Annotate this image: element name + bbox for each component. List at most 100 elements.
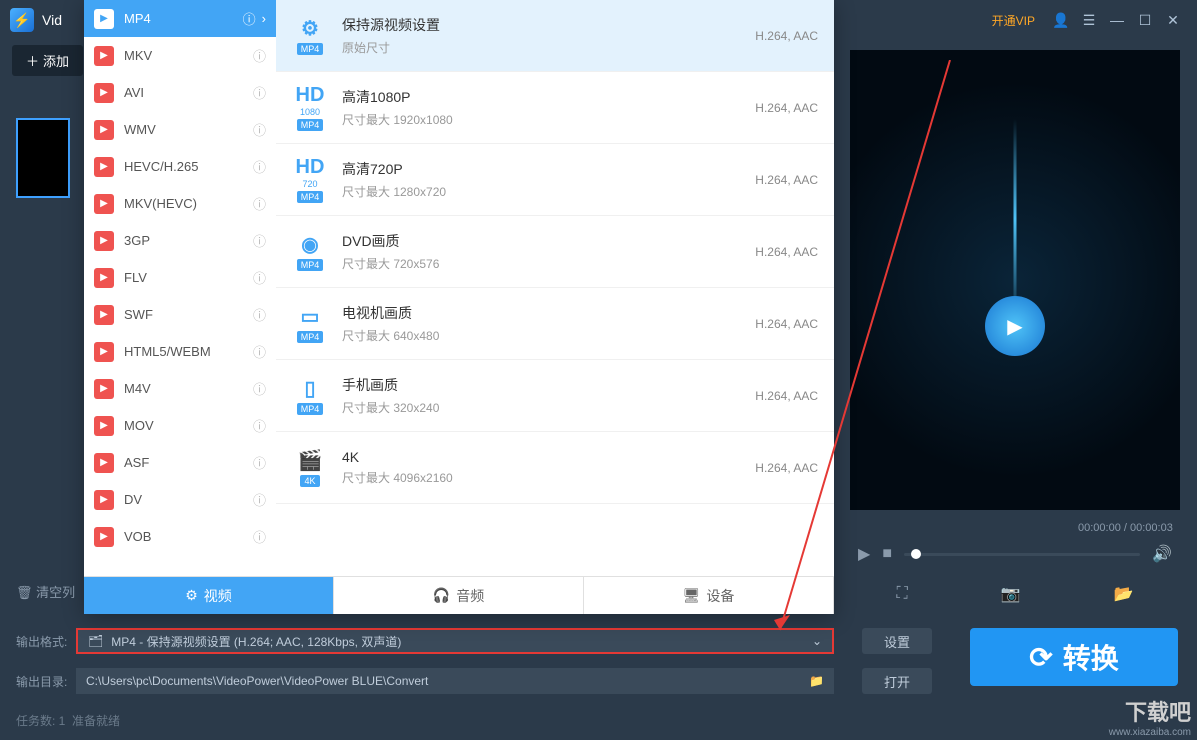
preset-item[interactable]: ◉MP4DVD画质尺寸最大 720x576H.264, AAC <box>276 216 834 288</box>
minimize-icon[interactable]: — <box>1103 6 1131 34</box>
close-icon[interactable]: ✕ <box>1159 6 1187 34</box>
browse-icon[interactable]: 📂 <box>1114 584 1134 604</box>
format-icon: ▶ <box>94 46 114 66</box>
info-icon[interactable]: ⓘ <box>253 490 266 509</box>
format-item-mkv[interactable]: ▶MKVⓘ <box>84 37 276 74</box>
preset-list: ⚙MP4保持源视频设置原始尺寸H.264, AACHD1080MP4高清1080… <box>276 0 834 576</box>
format-icon: ▶ <box>94 416 114 436</box>
info-icon[interactable]: ⓘ <box>253 120 266 139</box>
convert-button[interactable]: ⟳转换 <box>970 628 1178 686</box>
open-button[interactable]: 打开 <box>862 668 932 694</box>
info-icon[interactable]: ⓘ <box>253 83 266 102</box>
video-preview: ▶ <box>850 50 1180 510</box>
volume-icon[interactable]: 🔊 <box>1152 544 1172 564</box>
preset-icon: 🎬 <box>298 448 323 473</box>
app-logo-icon: ⚡ <box>10 8 34 32</box>
folder-icon: 🗂 <box>88 634 103 648</box>
info-icon[interactable]: ⓘ <box>253 416 266 435</box>
tab-device[interactable]: 🖥 设备 <box>584 577 834 614</box>
format-item-flv[interactable]: ▶FLVⓘ <box>84 259 276 296</box>
format-item-3gp[interactable]: ▶3GPⓘ <box>84 222 276 259</box>
vip-link[interactable]: 开通VIP <box>992 12 1035 29</box>
info-icon[interactable]: ⓘ <box>253 268 266 287</box>
player-controls: ▶ ■ 🔊 <box>850 538 1180 570</box>
output-format-row: 输出格式: 🗂 MP4 - 保持源视频设置 (H.264; AAC, 128Kb… <box>16 628 834 654</box>
preset-item[interactable]: 🎬4K4K尺寸最大 4096x2160H.264, AAC <box>276 432 834 504</box>
refresh-icon: ⟳ <box>1029 641 1052 674</box>
format-item-mkvhevc[interactable]: ▶MKV(HEVC)ⓘ <box>84 185 276 222</box>
chevron-down-icon: ⌄ <box>812 634 822 648</box>
format-icon: ▶ <box>94 527 114 547</box>
format-item-mp4[interactable]: ▶MP4ⓘ› <box>84 0 276 37</box>
format-dropdown: ▶MP4ⓘ›▶MKVⓘ▶AVIⓘ▶WMVⓘ▶HEVC/H.265ⓘ▶MKV(HE… <box>84 0 834 614</box>
preset-item[interactable]: HD1080MP4高清1080P尺寸最大 1920x1080H.264, AAC <box>276 72 834 144</box>
format-icon: ▶ <box>94 379 114 399</box>
preset-item[interactable]: ⚙MP4保持源视频设置原始尺寸H.264, AAC <box>276 0 834 72</box>
format-icon: ▶ <box>94 268 114 288</box>
output-dir-label: 输出目录: <box>16 673 76 690</box>
settings-button[interactable]: 设置 <box>862 628 932 654</box>
add-button[interactable]: ＋添加 <box>12 45 83 76</box>
format-icon: ▶ <box>94 194 114 214</box>
format-item-avi[interactable]: ▶AVIⓘ <box>84 74 276 111</box>
category-tabs: ⚙ 视频 🎧 音频 🖥 设备 <box>84 576 834 614</box>
format-item-dv[interactable]: ▶DVⓘ <box>84 481 276 518</box>
format-item-mov[interactable]: ▶MOVⓘ <box>84 407 276 444</box>
tab-video[interactable]: ⚙ 视频 <box>84 577 334 614</box>
format-icon: ▶ <box>94 231 114 251</box>
format-item-swf[interactable]: ▶SWFⓘ <box>84 296 276 333</box>
info-icon[interactable]: ⓘ <box>253 379 266 398</box>
preset-item[interactable]: ▯MP4手机画质尺寸最大 320x240H.264, AAC <box>276 360 834 432</box>
preset-item[interactable]: ▭MP4电视机画质尺寸最大 640x480H.264, AAC <box>276 288 834 360</box>
format-icon: ▶ <box>94 157 114 177</box>
tab-audio[interactable]: 🎧 音频 <box>334 577 584 614</box>
info-icon[interactable]: ⓘ <box>253 46 266 65</box>
preview-play-icon[interactable]: ▶ <box>985 296 1045 356</box>
format-item-wmv[interactable]: ▶WMVⓘ <box>84 111 276 148</box>
info-icon[interactable]: ⓘ <box>253 157 266 176</box>
format-icon: ▶ <box>94 305 114 325</box>
preset-icon: ▭ <box>301 304 320 329</box>
format-item-vob[interactable]: ▶VOBⓘ <box>84 518 276 555</box>
preset-icon: ▯ <box>304 376 315 401</box>
format-item-asf[interactable]: ▶ASFⓘ <box>84 444 276 481</box>
preset-icon: ◉ <box>301 232 318 257</box>
format-item-html5webm[interactable]: ▶HTML5/WEBMⓘ <box>84 333 276 370</box>
info-icon[interactable]: ⓘ <box>243 9 256 28</box>
info-icon[interactable]: ⓘ <box>253 231 266 250</box>
menu-icon[interactable]: ☰ <box>1075 6 1103 34</box>
clear-list-button[interactable]: 🗑 清空列 <box>16 582 75 601</box>
info-icon[interactable]: ⓘ <box>253 453 266 472</box>
info-icon[interactable]: ⓘ <box>253 527 266 546</box>
app-title: Vid <box>42 12 62 28</box>
format-item-hevch265[interactable]: ▶HEVC/H.265ⓘ <box>84 148 276 185</box>
format-list: ▶MP4ⓘ›▶MKVⓘ▶AVIⓘ▶WMVⓘ▶HEVC/H.265ⓘ▶MKV(HE… <box>84 0 276 576</box>
maximize-icon[interactable]: ☐ <box>1131 6 1159 34</box>
info-icon[interactable]: ⓘ <box>253 194 266 213</box>
chevron-right-icon: › <box>262 11 266 26</box>
browse-folder-icon[interactable]: 📁 <box>809 674 824 688</box>
preview-toolbar: ⛶ 📷 📂 <box>850 576 1180 612</box>
preset-icon: ⚙ <box>301 16 319 41</box>
status-bar: 任务数: 1 准备就绪 <box>16 712 120 729</box>
user-icon[interactable]: 👤 <box>1047 6 1075 34</box>
playback-time: 00:00:00 / 00:00:03 <box>1078 522 1173 534</box>
play-icon[interactable]: ▶ <box>858 544 870 564</box>
info-icon[interactable]: ⓘ <box>253 342 266 361</box>
snapshot-icon[interactable]: 📷 <box>1001 584 1021 604</box>
stop-icon[interactable]: ■ <box>882 545 892 563</box>
video-thumbnail[interactable] <box>16 118 70 198</box>
output-dir-field[interactable]: C:\Users\pc\Documents\VideoPower\VideoPo… <box>76 668 834 694</box>
format-item-m4v[interactable]: ▶M4Vⓘ <box>84 370 276 407</box>
crop-icon[interactable]: ⛶ <box>896 585 907 603</box>
format-icon: ▶ <box>94 9 114 29</box>
info-icon[interactable]: ⓘ <box>253 305 266 324</box>
seek-slider[interactable] <box>904 553 1140 556</box>
watermark: 下载吧 www.xiazaiba.com <box>1109 695 1191 738</box>
output-format-select[interactable]: 🗂 MP4 - 保持源视频设置 (H.264; AAC, 128Kbps, 双声… <box>76 628 834 654</box>
preset-item[interactable]: HD720MP4高清720P尺寸最大 1280x720H.264, AAC <box>276 144 834 216</box>
preset-icon: HD <box>296 156 325 179</box>
output-dir-row: 输出目录: C:\Users\pc\Documents\VideoPower\V… <box>16 668 834 694</box>
format-icon: ▶ <box>94 342 114 362</box>
format-icon: ▶ <box>94 120 114 140</box>
